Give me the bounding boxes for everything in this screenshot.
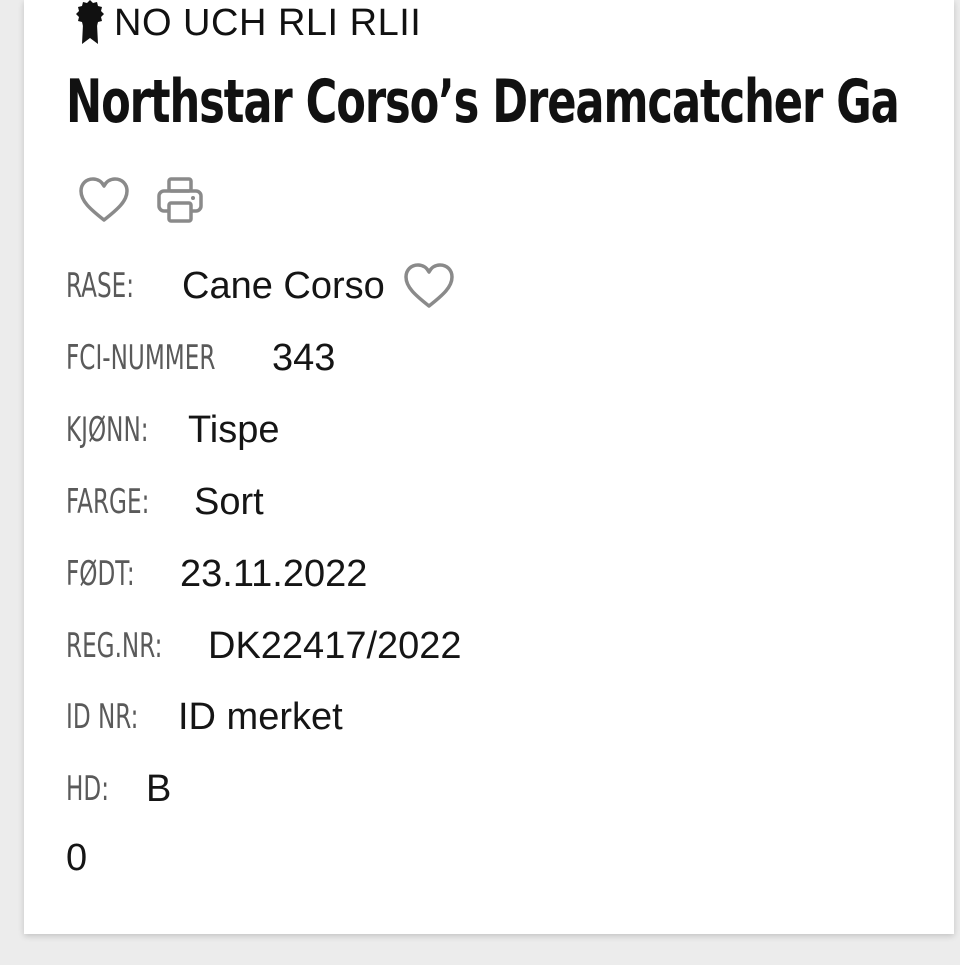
dog-titles: NO UCH RLI RLII <box>114 2 422 44</box>
detail-row-color: FARGE: Sort <box>66 478 264 526</box>
print-button[interactable] <box>154 174 206 226</box>
detail-label: RASE: <box>66 266 135 306</box>
titles-row: NO UCH RLI RLII <box>70 0 421 46</box>
breed-favorite-button[interactable] <box>401 260 457 312</box>
detail-row-idnr: ID NR: ID merket <box>66 693 343 741</box>
heart-outline-icon <box>79 177 129 222</box>
detail-label: HD: <box>66 769 109 809</box>
detail-label: FCI-NUMMER <box>66 338 216 378</box>
detail-value-breed[interactable]: Cane Corso <box>182 265 385 308</box>
detail-value-fci: 343 <box>272 336 336 379</box>
detail-label: REG.NR: <box>66 626 163 666</box>
detail-row-trailing: 0 <box>66 834 87 882</box>
award-rosette-icon <box>70 0 110 48</box>
printer-icon <box>157 177 203 223</box>
action-bar <box>78 174 206 226</box>
dog-name: Northstar Corso’s Dreamcatcher Ga <box>66 67 900 137</box>
detail-row-breed: RASE: Cane Corso <box>66 262 457 310</box>
detail-label: FØDT: <box>66 554 135 594</box>
detail-label: KJØNN: <box>66 410 149 450</box>
detail-value-idnr: ID merket <box>178 695 343 738</box>
detail-row-hd: HD: B <box>66 765 171 813</box>
detail-label: FARGE: <box>66 482 150 522</box>
trailing-value: 0 <box>66 836 88 879</box>
detail-label: ID NR: <box>66 697 139 737</box>
detail-row-born: FØDT: 23.11.2022 <box>66 550 367 598</box>
detail-row-regnr: REG.NR: DK22417/2022 <box>66 622 462 670</box>
detail-value-regnr: DK22417/2022 <box>208 624 462 667</box>
detail-value-color: Sort <box>194 480 264 523</box>
detail-value-hd: B <box>146 767 172 810</box>
detail-value-born: 23.11.2022 <box>180 552 368 595</box>
detail-row-sex: KJØNN: Tispe <box>66 406 280 454</box>
heart-outline-icon <box>404 263 454 308</box>
favorite-button[interactable] <box>78 174 130 226</box>
detail-value-sex: Tispe <box>188 408 280 451</box>
dog-profile-card: NO UCH RLI RLII Northstar Corso’s Dreamc… <box>24 0 954 934</box>
detail-row-fci: FCI-NUMMER 343 <box>66 334 335 382</box>
